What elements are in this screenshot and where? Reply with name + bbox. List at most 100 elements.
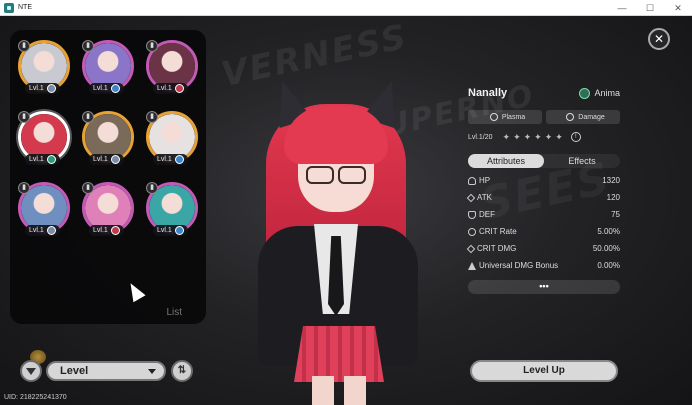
character-card[interactable]: ▮ Lvl.1: [18, 111, 70, 165]
character-leg-left: [312, 376, 334, 405]
level-chip: Lvl.1: [25, 83, 60, 94]
stat-row-universal-dmg: Universal DMG Bonus 0.00%: [468, 257, 620, 274]
plasma-icon: [489, 113, 498, 121]
window-titlebar: NTE — ☐ ✕: [0, 0, 692, 16]
name-row: Nanally Anima: [468, 84, 620, 102]
character-level: Lvl.1: [29, 227, 44, 234]
level-chip: Lvl.1: [89, 154, 124, 165]
element-tag: Plasma: [468, 110, 542, 124]
character-level: Lvl.1: [157, 227, 172, 234]
user-id-label: UID: 218225241370: [4, 394, 67, 401]
element-icon: [46, 155, 56, 164]
star-icon: ✦: [513, 131, 521, 142]
character-card[interactable]: ▮ Lvl.1: [146, 40, 198, 94]
stat-value: 5.00%: [597, 227, 620, 236]
stat-label: Universal DMG Bonus: [479, 261, 559, 270]
character-level: Lvl.1: [93, 85, 108, 92]
character-card[interactable]: ▮ Lvl.1: [18, 182, 70, 236]
star-icon: ✦: [544, 131, 553, 142]
sword-icon: [466, 193, 476, 202]
lock-icon: ▮: [82, 182, 94, 194]
lock-icon: ▮: [146, 182, 158, 194]
element-icon: [174, 155, 184, 164]
heart-icon: [468, 176, 476, 185]
window-close-button[interactable]: ✕: [664, 0, 692, 16]
lock-icon: ▮: [18, 182, 30, 194]
level-chip: Lvl.1: [89, 225, 124, 236]
level-text: Lvl.1/20: [468, 133, 493, 141]
info-tabs: Attributes Effects: [468, 154, 620, 168]
info-icon[interactable]: !: [570, 132, 581, 142]
window-title: NTE: [18, 4, 32, 11]
lock-icon: ▮: [146, 111, 158, 123]
sort-dropdown-value: Level: [60, 365, 89, 377]
filter-icon: [26, 367, 36, 375]
character-card[interactable]: ▮ Lvl.1: [82, 111, 134, 165]
character-level: Lvl.1: [93, 156, 108, 163]
stat-label: CRIT DMG: [477, 244, 517, 253]
element-icon: [174, 84, 184, 93]
character-card[interactable]: ▮ Lvl.1: [146, 111, 198, 165]
element-icon: [110, 155, 120, 164]
sort-order-button[interactable]: ⇅: [171, 360, 193, 382]
character-leg-right: [344, 376, 366, 405]
level-chip: Lvl.1: [153, 83, 188, 94]
stat-label: CRIT Rate: [479, 227, 517, 236]
tab-attributes[interactable]: Attributes: [468, 154, 544, 168]
character-level: Lvl.1: [157, 156, 172, 163]
character-level: Lvl.1: [93, 227, 108, 234]
stat-value: 75: [611, 210, 620, 219]
stat-value: 120: [606, 193, 620, 202]
role-tag: Damage: [546, 110, 620, 124]
character-level: Lvl.1: [29, 85, 44, 92]
character-card[interactable]: ▮ Lvl.1: [82, 182, 134, 236]
anima-faction-icon: [579, 87, 591, 99]
stat-value: 0.00%: [597, 261, 620, 270]
character-level: Lvl.1: [157, 85, 172, 92]
level-chip: Lvl.1: [25, 225, 60, 236]
lock-icon: ▮: [18, 111, 30, 123]
level-chip: Lvl.1: [25, 154, 60, 165]
diamond-icon: [466, 244, 476, 253]
damage-icon: [566, 113, 575, 121]
lock-icon: ▮: [18, 40, 30, 52]
element-icon: [110, 84, 120, 93]
star-icon: ✦: [534, 131, 542, 142]
crosshair-icon: [468, 227, 476, 236]
character-model[interactable]: [228, 76, 448, 405]
more-button[interactable]: •••: [468, 280, 620, 294]
stat-row-atk: ATK 120: [466, 189, 620, 206]
level-chip: Lvl.1: [153, 225, 188, 236]
element-tag-label: Plasma: [501, 113, 526, 121]
maximize-button[interactable]: ☐: [636, 0, 664, 16]
stat-row-hp: HP 1320: [468, 172, 620, 189]
tab-effects[interactable]: Effects: [544, 154, 620, 168]
sort-dropdown[interactable]: Level: [46, 361, 166, 381]
close-icon[interactable]: ✕: [648, 28, 670, 50]
app-icon: [4, 2, 14, 13]
stat-value: 1320: [602, 176, 620, 185]
minimize-button[interactable]: —: [608, 0, 636, 16]
character-card[interactable]: ▮ Lvl.1: [18, 40, 70, 94]
character-card[interactable]: ▮ Lvl.1: [146, 182, 198, 236]
stat-label: DEF: [479, 210, 495, 219]
stat-value: 50.00%: [592, 244, 620, 253]
star-rating: ✦ ✦ ✦ ✦ ✦ ✦: [503, 132, 563, 143]
character-name: Nanally: [468, 87, 508, 99]
filter-button[interactable]: [20, 360, 42, 382]
element-icon: [46, 226, 56, 235]
role-tag-label: Damage: [578, 113, 605, 121]
tags-row: Plasma Damage: [468, 110, 620, 124]
stat-row-crit-dmg: CRIT DMG 50.00%: [466, 240, 620, 257]
character-grid: ▮ Lvl.1 ▮ Lvl.1 ▮ Lvl.1 ▮ Lvl.1 ▮ Lvl.1 ▮ Lvl.1 ▮ Lvl…: [18, 40, 204, 240]
element-icon: [46, 84, 56, 93]
stats-list: HP 1320 ATK 120 DEF 75 CRIT Rate 5.00% C…: [466, 172, 620, 274]
level-up-button[interactable]: Level Up: [470, 360, 618, 382]
character-skirt: [294, 326, 384, 382]
character-card[interactable]: ▮ Lvl.1: [82, 40, 134, 94]
stat-label: ATK: [477, 193, 492, 202]
character-glasses: [306, 166, 366, 184]
character-roster-panel: ▮ Lvl.1 ▮ Lvl.1 ▮ Lvl.1 ▮ Lvl.1 ▮ Lvl.1 ▮ Lvl.1 ▮ Lvl…: [10, 30, 206, 324]
chevron-down-icon: [148, 368, 156, 374]
list-view-label[interactable]: List: [166, 307, 182, 318]
